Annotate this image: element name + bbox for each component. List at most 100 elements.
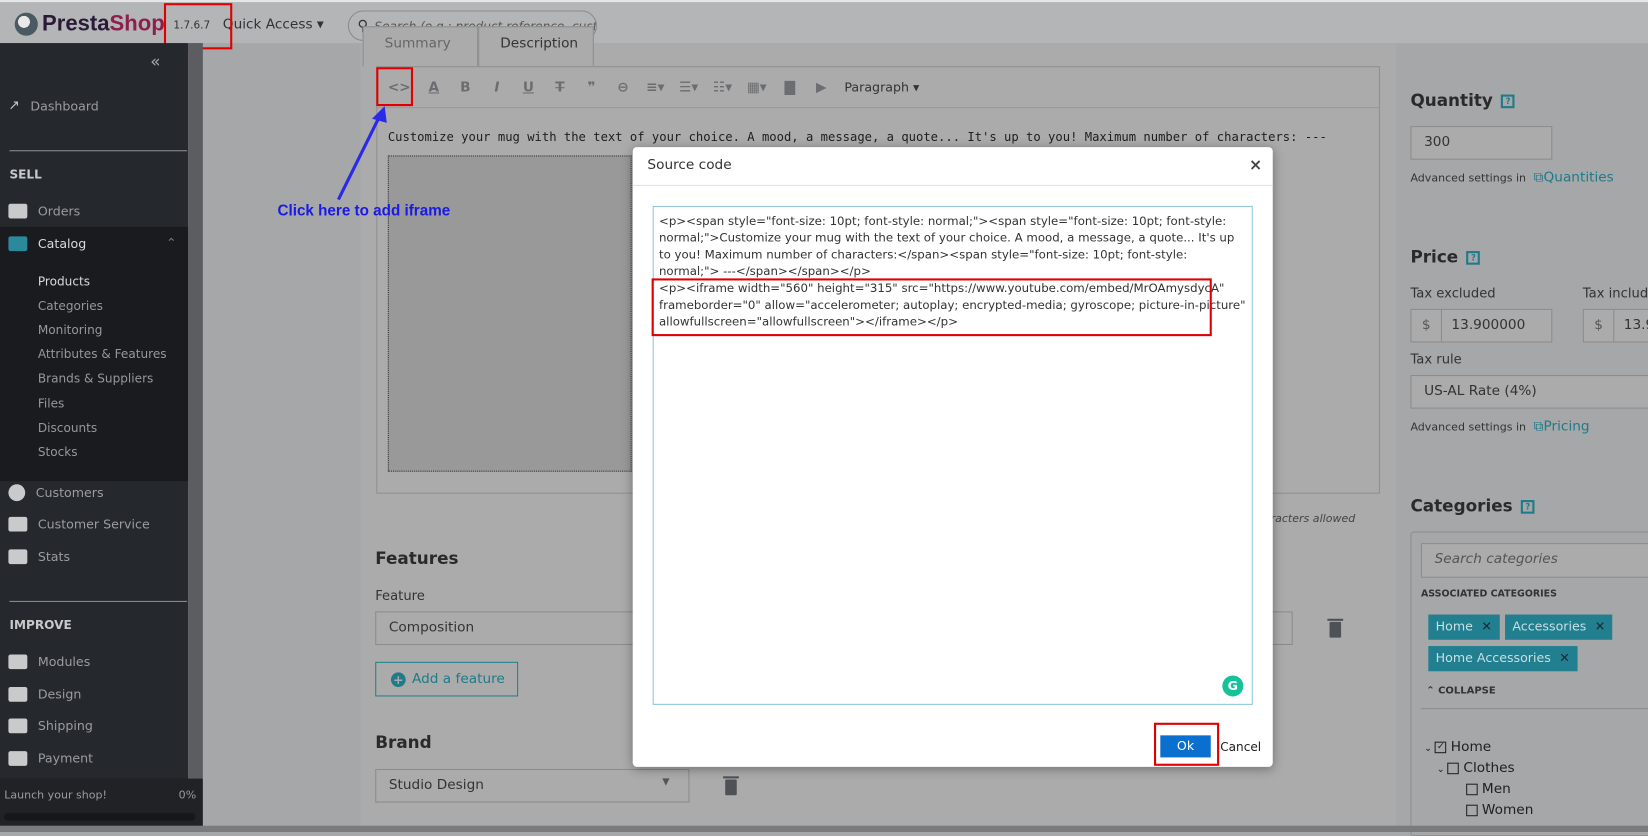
link-icon[interactable]: ⊖ xyxy=(615,79,632,95)
chat-icon xyxy=(8,516,28,532)
checkbox[interactable] xyxy=(1466,804,1478,817)
sidebar-item-design[interactable]: Design xyxy=(8,687,81,702)
paragraph-format-dropdown[interactable]: Paragraph ▾ xyxy=(844,80,919,95)
tree-item-women[interactable]: Women xyxy=(1466,803,1533,818)
quick-access-dropdown[interactable]: Quick Access ▾ xyxy=(223,17,324,33)
prestashop-logo[interactable]: Presta Shop xyxy=(14,12,165,37)
caret-down-icon: ▾ xyxy=(316,16,324,33)
tax-included-input[interactable]: $13.9 xyxy=(1582,308,1648,343)
categories-heading: Categories? xyxy=(1410,496,1535,516)
tax-excluded-input[interactable]: $13.900000 xyxy=(1410,308,1553,343)
launch-percent: 0% xyxy=(178,788,197,802)
submenu-attributes-features[interactable]: Attributes & Features xyxy=(38,347,167,362)
add-feature-button[interactable]: + Add a feature xyxy=(375,661,519,697)
sidebar-scrollbar[interactable] xyxy=(188,43,203,779)
strikethrough-icon[interactable]: T xyxy=(552,79,569,95)
tree-label: Home xyxy=(1450,739,1492,756)
submenu-products[interactable]: Products xyxy=(38,274,90,289)
ok-highlight-box xyxy=(1153,722,1220,766)
chevron-down-icon: ⌄ xyxy=(1436,764,1448,776)
sidebar-item-orders[interactable]: Orders xyxy=(8,203,80,219)
italic-icon[interactable]: I xyxy=(489,79,506,95)
collapse-sidebar-button[interactable]: « xyxy=(150,51,160,71)
tax-rule-select[interactable]: US-AL Rate (4%) xyxy=(1410,375,1648,409)
text-color-icon[interactable]: A xyxy=(425,79,442,95)
collapse-toggle[interactable]: ⌃ COLLAPSE xyxy=(1426,685,1495,697)
checkbox[interactable] xyxy=(1466,783,1478,796)
quantity-advanced: Advanced settings in ⧉Quantities xyxy=(1410,170,1613,186)
tree-item-home[interactable]: ⌄ ✓ Home xyxy=(1424,740,1491,756)
sidebar-item-stats[interactable]: Stats xyxy=(8,549,70,565)
section-improve: IMPROVE xyxy=(9,617,72,633)
media-icon[interactable]: ▶ xyxy=(813,79,830,95)
sidebar: « ↗ Dashboard SELL Orders Catalog ⌃ Produ… xyxy=(0,43,203,832)
quantities-link-label: Quantities xyxy=(1543,170,1614,186)
basket-icon xyxy=(8,203,28,219)
align-icon[interactable]: ≡▾ xyxy=(646,79,664,95)
submenu-stocks[interactable]: Stocks xyxy=(38,444,78,459)
remove-tag-icon[interactable]: ✕ xyxy=(1559,650,1570,665)
grammarly-icon[interactable]: G xyxy=(1222,675,1244,697)
sidebar-item-payment[interactable]: Payment xyxy=(8,751,93,766)
sidebar-item-dashboard[interactable]: ↗ Dashboard xyxy=(8,98,98,114)
category-tag-accessories[interactable]: Accessories ✕ xyxy=(1505,614,1613,640)
checkbox-checked[interactable]: ✓ xyxy=(1435,741,1447,754)
chevron-up-icon[interactable]: ⌃ xyxy=(166,235,177,250)
editor-content-text: Customize your mug with the text of your… xyxy=(387,129,1327,144)
table-icon[interactable]: ▦▾ xyxy=(747,79,767,95)
delete-feature-trash-icon[interactable] xyxy=(1327,618,1344,638)
close-icon[interactable]: × xyxy=(1249,155,1262,174)
help-icon[interactable]: ? xyxy=(1466,251,1481,265)
search-categories-input[interactable]: Search categories xyxy=(1420,543,1648,578)
sidebar-item-shipping[interactable]: Shipping xyxy=(8,718,93,734)
underline-icon[interactable]: U xyxy=(520,79,537,95)
tree-item-men[interactable]: Men xyxy=(1466,782,1511,797)
quantity-input[interactable]: 300 xyxy=(1410,126,1553,160)
category-tag-home[interactable]: Home ✕ xyxy=(1428,614,1500,640)
currency-addon: $ xyxy=(1584,309,1615,342)
numbered-list-icon[interactable]: ☷▾ xyxy=(713,79,732,95)
bullet-list-icon[interactable]: ☰▾ xyxy=(679,79,698,95)
tree-item-clothes[interactable]: ⌄ Clothes xyxy=(1437,761,1515,777)
delete-brand-trash-icon[interactable] xyxy=(723,776,739,796)
source-code-dialog: Source code × <p><span style="font-size:… xyxy=(632,147,1273,767)
bold-icon[interactable]: B xyxy=(457,79,474,95)
quantity-heading: Quantity? xyxy=(1410,90,1515,110)
editor-toolbar: <> A B I U T ❞ ⊖ ≡▾ ☰▾ ☷▾ ▦▾ ▇ ▶ Paragra… xyxy=(377,67,1379,109)
user-icon xyxy=(8,484,26,502)
blockquote-icon[interactable]: ❞ xyxy=(583,79,600,95)
submenu-monitoring[interactable]: Monitoring xyxy=(38,323,103,338)
remove-tag-icon[interactable]: ✕ xyxy=(1481,619,1492,634)
cancel-button[interactable]: Cancel xyxy=(1220,740,1261,755)
sidebar-item-catalog[interactable]: Catalog xyxy=(8,236,86,252)
brand-select[interactable]: Studio Design ▼ xyxy=(375,768,690,803)
tab-description[interactable]: Description xyxy=(478,26,594,67)
paragraph-label: Paragraph xyxy=(844,79,909,95)
code-paragraph-text: <p><span style="font-size: 10pt; font-st… xyxy=(658,214,1239,279)
section-sell: SELL xyxy=(9,167,42,182)
pricing-link[interactable]: ⧉Pricing xyxy=(1534,419,1590,435)
sidebar-item-customers[interactable]: Customers xyxy=(8,484,104,502)
help-icon[interactable]: ? xyxy=(1501,94,1515,109)
remove-tag-icon[interactable]: ✕ xyxy=(1595,619,1606,634)
sidebar-item-customer-service[interactable]: Customer Service xyxy=(8,516,150,532)
sidebar-label: Modules xyxy=(37,654,91,670)
submenu-categories[interactable]: Categories xyxy=(38,298,103,313)
brand-heading: Brand xyxy=(375,732,432,753)
sidebar-item-modules[interactable]: Modules xyxy=(8,654,91,670)
category-tag-home-accessories[interactable]: Home Accessories ✕ xyxy=(1428,646,1578,672)
divider xyxy=(9,150,188,152)
help-icon[interactable]: ? xyxy=(1521,500,1535,514)
add-feature-label: Add a feature xyxy=(411,671,505,688)
launch-shop-panel[interactable]: Launch your shop! 0% xyxy=(0,778,203,832)
tab-summary[interactable]: Summary xyxy=(362,26,479,67)
submenu-files[interactable]: Files xyxy=(38,396,65,411)
price-advanced: Advanced settings in ⧉Pricing xyxy=(1410,419,1589,435)
quantities-link[interactable]: ⧉Quantities xyxy=(1534,170,1614,186)
screen: PrestaShop 1.7.6.7 Quick Access ▾ ⚲ Sear… xyxy=(0,0,1648,836)
submenu-brands-suppliers[interactable]: Brands & Suppliers xyxy=(38,371,154,386)
checkbox[interactable] xyxy=(1447,762,1460,775)
quick-access-label: Quick Access xyxy=(222,16,313,33)
submenu-discounts[interactable]: Discounts xyxy=(38,420,97,435)
image-icon[interactable]: ▇ xyxy=(781,79,798,95)
